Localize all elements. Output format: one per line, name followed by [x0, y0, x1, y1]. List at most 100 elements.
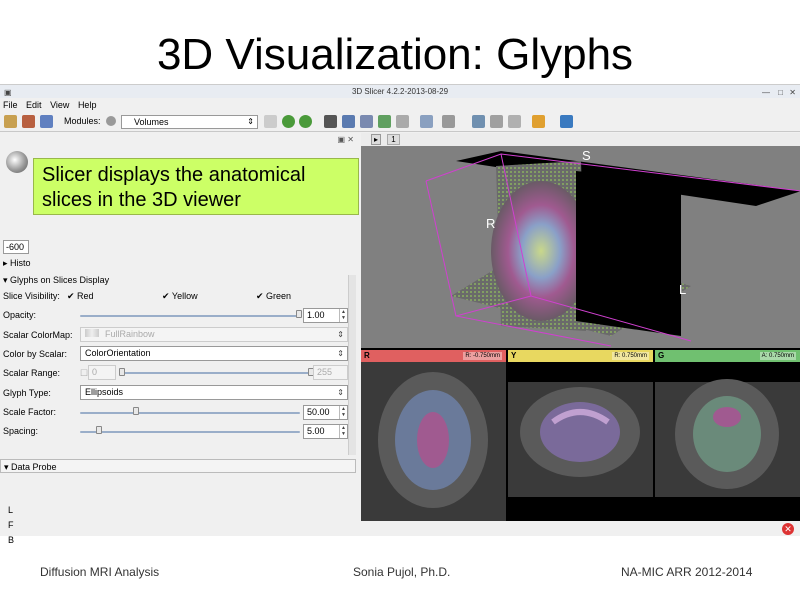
scalar-range-min: 0 — [92, 367, 98, 377]
scene-view-icon[interactable] — [490, 115, 503, 128]
maximize-icon[interactable]: □ — [778, 86, 783, 99]
modules-label: Modules: — [64, 116, 101, 126]
load-dicom-icon[interactable] — [22, 115, 35, 128]
menu-file[interactable]: File — [3, 100, 18, 110]
forward-arrow-icon[interactable] — [299, 115, 312, 128]
data-probe-section[interactable]: ▾ Data Probe — [0, 459, 356, 473]
layout-tabbed-icon[interactable] — [378, 115, 391, 128]
screenshot-icon[interactable] — [472, 115, 485, 128]
spacing-spinbox[interactable]: 5.00 ▲ ▼ — [303, 424, 348, 439]
green-slice-label: G — [658, 351, 665, 360]
vis-yellow-checkbox[interactable]: ✔ Yellow — [162, 289, 198, 303]
panel-controls[interactable]: ▣ ✕ — [338, 135, 354, 144]
mouse-mode-icon[interactable] — [396, 115, 409, 128]
scalar-range-checkbox[interactable]: ☐ — [80, 366, 88, 380]
green-slice-view[interactable]: G A: 0.750mm — [655, 350, 800, 521]
vis-red-checkbox[interactable]: ✔ Red — [67, 289, 94, 303]
red-slice-bar[interactable]: R R: -0.750mm — [361, 350, 506, 362]
opacity-spinbox[interactable]: 1.00 ▲ ▼ — [303, 308, 348, 323]
colormap-swatch-icon — [85, 329, 99, 337]
callout-box: Slicer displays the anatomical slices in… — [33, 158, 359, 215]
scale-factor-spinbox[interactable]: 50.00 ▲ ▼ — [303, 405, 348, 420]
window-title: 3D Slicer 4.2.2-2013-08-29 — [351, 87, 449, 96]
orientation-r: R — [486, 216, 495, 231]
slice-views: R R: -0.750mm Y R: 0.750mm G A: 0.750mm — [361, 350, 800, 521]
slide: 3D Visualization: Glyphs 3D Slicer 4.2.2… — [0, 0, 800, 600]
scale-factor-handle[interactable] — [133, 407, 139, 415]
yellow-slice-offset[interactable]: R: 0.750mm — [612, 352, 649, 360]
glyph-type-combo[interactable]: Ellipsoids ⇕ — [80, 385, 348, 400]
menu-view[interactable]: View — [50, 100, 69, 110]
save-icon[interactable] — [40, 115, 53, 128]
red-slice-image — [361, 362, 506, 521]
load-data-icon[interactable] — [4, 115, 17, 128]
glyphs-section-header[interactable]: ▾ Glyphs on Slices Display — [3, 273, 355, 287]
view-options-icon[interactable] — [420, 115, 433, 128]
scalar-range-min-spinbox[interactable]: 0 — [88, 365, 116, 380]
spacing-handle[interactable] — [96, 426, 102, 434]
view3d-toolbar: ▸ 1 — [361, 133, 800, 146]
slicer-logo-icon — [6, 151, 28, 173]
green-slice-offset[interactable]: A: 0.750mm — [759, 352, 796, 360]
crosshair-icon[interactable] — [532, 115, 545, 128]
red-slice-label: R — [364, 351, 370, 360]
chevron-down-icon: ⇕ — [337, 349, 344, 358]
spacing-slider[interactable] — [80, 431, 300, 433]
vis-red-label: Red — [77, 291, 94, 301]
histogram-section[interactable]: ▸ Histo — [3, 258, 31, 269]
menu-help[interactable]: Help — [78, 100, 97, 110]
spin-arrows-icon[interactable]: ▲ ▼ — [339, 309, 347, 322]
opacity-label: Opacity: — [3, 310, 37, 320]
data-probe-values: L F B — [8, 503, 14, 548]
opacity-slider[interactable] — [80, 315, 300, 317]
app-icon: ▣ — [4, 88, 12, 97]
footer-center: Sonia Pujol, Ph.D. — [353, 565, 451, 579]
color-by-scalar-combo[interactable]: ColorOrientation ⇕ — [80, 346, 348, 361]
minimize-icon[interactable]: — — [762, 86, 770, 99]
coronal-slice-plane — [576, 171, 681, 336]
panel-scrollbar[interactable] — [348, 275, 356, 455]
layout-fourup-icon[interactable] — [360, 115, 373, 128]
yellow-slice-view[interactable]: Y R: 0.750mm — [508, 350, 653, 521]
chevron-down-icon: ⇕ — [337, 330, 344, 339]
scalar-range-max: 255 — [317, 367, 333, 377]
red-slice-offset[interactable]: R: -0.750mm — [463, 352, 502, 360]
chevron-down-icon: ⇕ — [337, 388, 344, 397]
green-slice-bar[interactable]: G A: 0.750mm — [655, 350, 800, 362]
menu-edit[interactable]: Edit — [26, 100, 42, 110]
module-selector[interactable]: Volumes ⇕ — [121, 115, 258, 129]
close-window-icon[interactable]: ✕ — [789, 86, 796, 99]
callout-line1: Slicer displays the anatomical — [42, 164, 306, 186]
orientation-l: L — [679, 282, 686, 297]
slicer-window: 3D Slicer 4.2.2-2013-08-29 ▣ — □ ✕ File … — [0, 84, 800, 545]
crosshair-menu-icon[interactable] — [442, 115, 455, 128]
view-3d[interactable]: S R L — [361, 146, 800, 348]
close-app-icon[interactable]: ✕ — [782, 523, 794, 535]
spin-arrows-icon[interactable]: ▲ ▼ — [339, 406, 347, 419]
scalar-range-slider[interactable] — [122, 372, 312, 374]
scalar-colormap-value: FullRainbow — [105, 329, 155, 339]
opacity-handle[interactable] — [296, 310, 302, 318]
pin-icon[interactable]: ▸ — [371, 134, 381, 145]
glyph-type-value: Ellipsoids — [85, 387, 124, 397]
window-level-field[interactable]: -600 — [3, 240, 29, 254]
window-level-icon[interactable] — [508, 115, 521, 128]
spin-arrows-icon[interactable]: ▲ ▼ — [339, 425, 347, 438]
module-history-icon[interactable] — [264, 115, 277, 128]
module-panel: ▣ ✕ Slicer displays the anatomical slice… — [0, 133, 360, 545]
layout-conventional-icon[interactable] — [342, 115, 355, 128]
python-console-icon[interactable] — [560, 115, 573, 128]
scalar-range-min-handle[interactable] — [119, 368, 125, 376]
scalar-colormap-combo[interactable]: FullRainbow ⇕ — [80, 327, 348, 342]
scale-factor-slider[interactable] — [80, 412, 300, 414]
histogram-label: Histo — [10, 258, 31, 268]
module-search-icon[interactable] — [106, 116, 116, 126]
vis-green-checkbox[interactable]: ✔ Green — [256, 289, 291, 303]
color-by-scalar-label: Color by Scalar: — [3, 349, 68, 359]
back-arrow-icon[interactable] — [282, 115, 295, 128]
red-slice-view[interactable]: R R: -0.750mm — [361, 350, 506, 521]
view3d-tab[interactable]: 1 — [387, 134, 400, 145]
layout-3d-icon[interactable] — [324, 115, 337, 128]
yellow-slice-bar[interactable]: Y R: 0.750mm — [508, 350, 653, 362]
scalar-range-max-spinbox[interactable]: 255 — [313, 365, 348, 380]
